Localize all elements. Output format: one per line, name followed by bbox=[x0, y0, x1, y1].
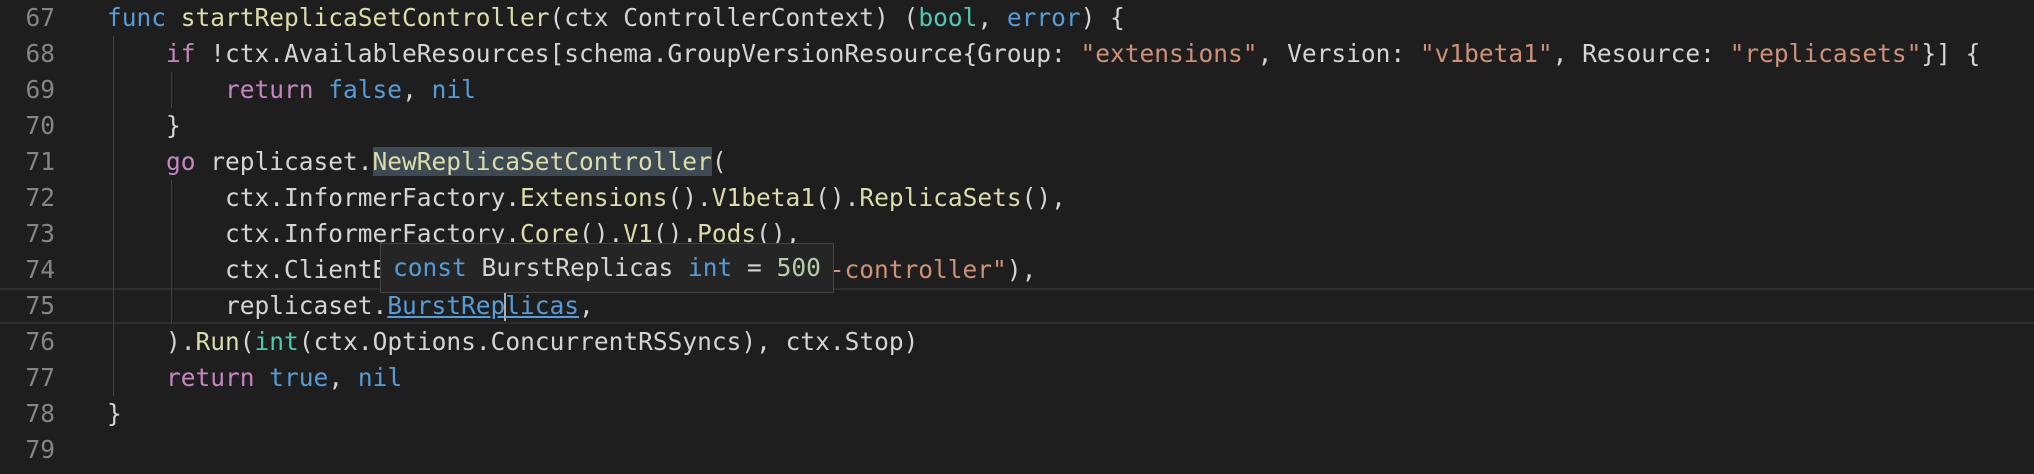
code-token: ), bbox=[1006, 255, 1037, 284]
code-token: }] { bbox=[1921, 39, 1981, 68]
code-line[interactable]: 71 go replicaset.NewReplicaSetController… bbox=[0, 144, 2034, 180]
line-number: 68 bbox=[25, 39, 55, 68]
code-token: go bbox=[166, 147, 196, 176]
code-token: !ctx.AvailableResources[schema.GroupVers… bbox=[195, 39, 1081, 68]
code-token: replicaset. bbox=[195, 147, 373, 176]
code-token: Run bbox=[195, 327, 240, 356]
code-token: (). bbox=[667, 183, 712, 212]
code-text[interactable]: ).Run(int(ctx.Options.ConcurrentRSSyncs)… bbox=[107, 324, 918, 360]
hover-token: 500 bbox=[776, 253, 821, 282]
code-token: func bbox=[107, 3, 167, 32]
code-token: } bbox=[107, 399, 122, 428]
code-token: (ctx.Options.ConcurrentRSSyncs), ctx.Sto… bbox=[298, 327, 919, 356]
line-number: 76 bbox=[25, 327, 55, 356]
code-text[interactable]: func startReplicaSetController(ctx Contr… bbox=[107, 0, 1125, 36]
code-line[interactable]: 67 func startReplicaSetController(ctx Con… bbox=[0, 0, 2034, 36]
symbol-link[interactable]: BurstRep bbox=[387, 291, 505, 320]
code-line[interactable]: 72 ctx.InformerFactory.Extensions().V1be… bbox=[0, 180, 2034, 216]
code-text[interactable]: go replicaset.NewReplicaSetController( bbox=[107, 144, 727, 180]
line-number: 78 bbox=[25, 399, 55, 428]
code-token: V1beta1 bbox=[711, 183, 816, 212]
code-line[interactable]: 68 if !ctx.AvailableResources[schema.Gro… bbox=[0, 36, 2034, 72]
hover-tooltip: const BurstReplicas int = 500 bbox=[380, 243, 834, 293]
code-token: return bbox=[225, 75, 314, 104]
line-number: 71 bbox=[25, 147, 55, 176]
code-token: if bbox=[166, 39, 196, 68]
code-token: ( bbox=[711, 147, 727, 176]
code-token: nil bbox=[357, 363, 403, 392]
code-token: NewReplicaSetController bbox=[372, 147, 712, 176]
code-line[interactable]: 70 } bbox=[0, 108, 2034, 144]
code-token: Extensions bbox=[520, 183, 668, 212]
code-token: (). bbox=[815, 183, 860, 212]
code-line[interactable]: 77 return true, nil bbox=[0, 360, 2034, 396]
hover-token: const bbox=[393, 253, 467, 282]
code-token: false bbox=[328, 75, 403, 104]
line-number: 75 bbox=[25, 291, 55, 320]
code-text[interactable]: return true, nil bbox=[107, 360, 402, 396]
code-token: (ctx ControllerContext) ( bbox=[549, 3, 919, 32]
line-number: 77 bbox=[25, 363, 55, 392]
code-token: replicaset. bbox=[107, 291, 388, 320]
code-text[interactable]: return false, nil bbox=[107, 72, 476, 108]
line-number: 69 bbox=[25, 75, 55, 104]
code-token: error bbox=[1006, 3, 1081, 32]
line-number: 74 bbox=[25, 255, 55, 284]
code-line[interactable]: 74 ctx.ClientBuilder.ClientOrDie("replic… bbox=[0, 252, 2034, 288]
line-number: 79 bbox=[25, 435, 55, 464]
code-token: ReplicaSets bbox=[859, 183, 1022, 212]
hover-token: int bbox=[688, 253, 733, 282]
code-token: ) { bbox=[1080, 3, 1125, 32]
code-token: "v1beta1" bbox=[1419, 39, 1553, 68]
line-number: 73 bbox=[25, 219, 55, 248]
code-token: bool bbox=[918, 3, 978, 32]
code-line[interactable]: 78} bbox=[0, 396, 2034, 432]
code-token: nil bbox=[431, 75, 476, 104]
code-text[interactable]: if !ctx.AvailableResources[schema.GroupV… bbox=[107, 36, 1980, 72]
line-number: 72 bbox=[25, 183, 55, 212]
line-number: 67 bbox=[25, 3, 55, 32]
code-token: "replicasets" bbox=[1729, 39, 1922, 68]
code-editor[interactable]: 67 func startReplicaSetController(ctx Con… bbox=[0, 0, 2034, 474]
code-token: "extensions" bbox=[1080, 39, 1258, 68]
code-token: return bbox=[166, 363, 255, 392]
code-text[interactable]: } bbox=[107, 396, 122, 432]
hover-token: = bbox=[732, 253, 777, 282]
code-token: ). bbox=[107, 327, 196, 356]
code-token: } bbox=[107, 111, 181, 140]
code-token: , Version: bbox=[1257, 39, 1420, 68]
code-text[interactable]: ctx.InformerFactory.Extensions().V1beta1… bbox=[107, 180, 1066, 216]
code-token: startReplicaSetController bbox=[180, 3, 550, 32]
code-token: , Resource: bbox=[1552, 39, 1730, 68]
code-token: , bbox=[579, 291, 594, 320]
symbol-link[interactable]: licas bbox=[505, 291, 579, 320]
code-line[interactable]: 79 bbox=[0, 432, 2034, 468]
code-line[interactable]: 73 ctx.InformerFactory.Core().V1().Pods(… bbox=[0, 216, 2034, 252]
code-token: ( bbox=[239, 327, 255, 356]
code-text[interactable]: } bbox=[107, 108, 181, 144]
code-token: int bbox=[254, 327, 299, 356]
line-number: 70 bbox=[25, 111, 55, 140]
code-line[interactable]: 75 replicaset.BurstReplicas, bbox=[0, 288, 2034, 324]
code-line[interactable]: 69 return false, nil bbox=[0, 72, 2034, 108]
code-token: , bbox=[977, 3, 1007, 32]
code-token: true bbox=[269, 363, 329, 392]
code-token: ctx.InformerFactory. bbox=[107, 183, 521, 212]
code-text[interactable]: replicaset.BurstReplicas, bbox=[107, 288, 594, 324]
code-token: , bbox=[328, 363, 358, 392]
code-token: (), bbox=[1021, 183, 1066, 212]
hover-token: BurstReplicas bbox=[466, 253, 689, 282]
code-line[interactable]: 76 ).Run(int(ctx.Options.ConcurrentRSSyn… bbox=[0, 324, 2034, 360]
code-token: , bbox=[402, 75, 432, 104]
